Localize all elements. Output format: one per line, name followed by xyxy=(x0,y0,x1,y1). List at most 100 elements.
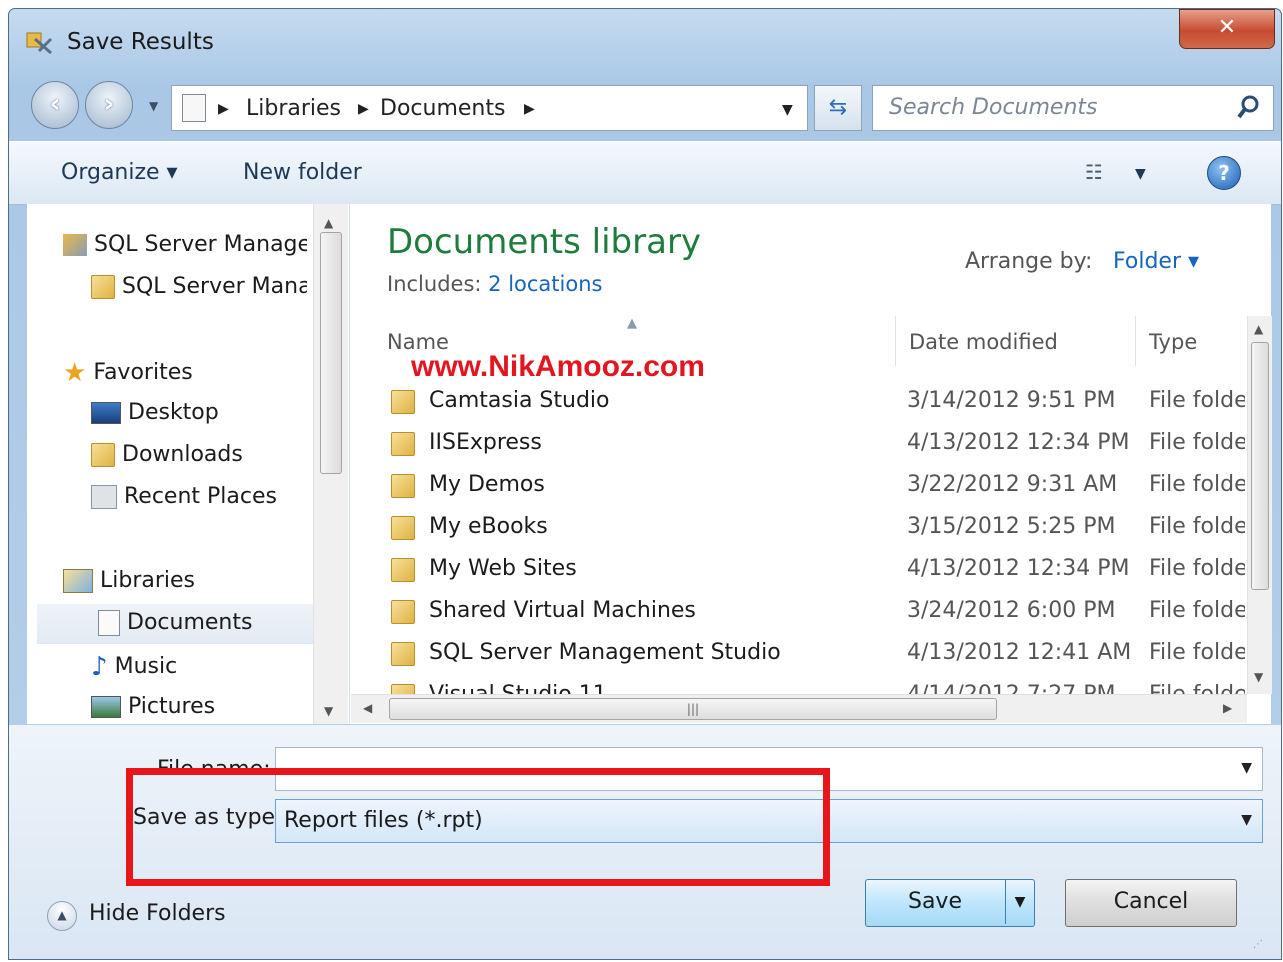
view-dropdown-icon[interactable]: ▼ xyxy=(1135,166,1146,182)
file-name: My eBooks xyxy=(429,514,548,539)
file-type: File folder xyxy=(1149,556,1245,581)
file-row[interactable]: IISExpress 4/13/2012 12:34 PM File folde… xyxy=(387,424,1247,464)
crumb-arrow-icon[interactable]: ▶ xyxy=(358,101,369,117)
chevron-down-icon[interactable]: ▼ xyxy=(1241,812,1252,828)
file-row[interactable]: Shared Virtual Machines 3/24/2012 6:00 P… xyxy=(387,592,1247,632)
nav-scrollbar[interactable]: ▲ ▼ xyxy=(313,204,348,724)
close-button[interactable]: ✕ xyxy=(1179,9,1275,49)
nav-item-label: Favorites xyxy=(93,360,193,385)
forward-button[interactable]: › xyxy=(85,81,133,129)
organize-button[interactable]: Organize ▾ xyxy=(61,160,178,185)
address-bar[interactable]: ▶ Libraries ▶ Documents ▶ ▼ xyxy=(171,85,808,131)
folder-icon xyxy=(391,390,415,414)
file-row[interactable]: SQL Server Management Studio 4/13/2012 1… xyxy=(387,634,1247,674)
nav-item-label: SQL Server Manage xyxy=(94,232,307,257)
nav-item-label: Documents xyxy=(127,610,253,635)
nav-item-documents[interactable]: Documents xyxy=(37,604,313,644)
folder-icon xyxy=(391,432,415,456)
column-divider[interactable] xyxy=(895,316,896,366)
scroll-up-icon[interactable]: ▲ xyxy=(324,216,333,230)
file-name: SQL Server Management Studio xyxy=(429,640,781,665)
library-title: Documents library xyxy=(387,222,702,262)
nav-item-desktop[interactable]: Desktop xyxy=(91,400,219,425)
file-type: File folder xyxy=(1149,514,1245,539)
file-row[interactable]: Visual Studio 11 4/14/2012 7:27 PM File … xyxy=(387,676,1247,694)
nav-item-pictures[interactable]: Pictures xyxy=(91,694,215,719)
cancel-button[interactable]: Cancel xyxy=(1065,879,1237,927)
refresh-button[interactable]: ⇆ xyxy=(814,85,862,131)
scroll-down-icon[interactable]: ▼ xyxy=(1254,670,1263,684)
locations-link[interactable]: 2 locations xyxy=(488,272,602,296)
arrange-by-dropdown[interactable]: Folder ▾ xyxy=(1113,249,1199,274)
forward-arrow-icon: › xyxy=(103,89,115,119)
file-date: 4/13/2012 12:34 PM xyxy=(907,430,1130,455)
file-row[interactable]: My eBooks 3/15/2012 5:25 PM File folder xyxy=(387,508,1247,548)
scroll-left-icon[interactable]: ◀ xyxy=(363,701,372,715)
view-options-icon[interactable]: ☷ xyxy=(1085,160,1103,184)
column-divider[interactable] xyxy=(1135,316,1136,366)
folder-icon xyxy=(391,474,415,498)
crumb-libraries[interactable]: Libraries xyxy=(246,96,341,121)
file-date: 4/13/2012 12:41 AM xyxy=(907,640,1132,665)
column-header-date[interactable]: Date modified xyxy=(909,330,1058,354)
scroll-down-icon[interactable]: ▼ xyxy=(324,704,333,718)
file-row[interactable]: My Demos 3/22/2012 9:31 AM File folder xyxy=(387,466,1247,506)
browser-area: SQL Server Manage SQL Server Mana ★ Favo… xyxy=(27,204,1272,724)
file-date: 3/22/2012 9:31 AM xyxy=(907,472,1118,497)
crumb-arrow-icon[interactable]: ▶ xyxy=(524,101,535,117)
nav-item-libraries[interactable]: Libraries xyxy=(63,568,195,593)
nav-item-music[interactable]: ♪ Music xyxy=(91,652,177,682)
recent-places-icon xyxy=(91,485,117,509)
crumb-documents[interactable]: Documents xyxy=(380,96,505,121)
nav-item-sql-server-management[interactable]: SQL Server Manage xyxy=(63,232,307,257)
nav-item-recent-places[interactable]: Recent Places xyxy=(91,484,277,509)
scroll-up-icon[interactable]: ▲ xyxy=(1254,322,1263,336)
history-dropdown-icon[interactable]: ▼ xyxy=(149,99,158,113)
file-row[interactable]: My Web Sites 4/13/2012 12:34 PM File fol… xyxy=(387,550,1247,590)
folder-icon xyxy=(391,684,415,694)
file-list-scrollbar[interactable]: ▲ ▼ xyxy=(1247,316,1272,694)
save-split-dropdown-icon[interactable]: ▼ xyxy=(1005,880,1034,924)
column-header-type[interactable]: Type xyxy=(1149,330,1197,354)
nav-item-label: Desktop xyxy=(128,400,219,425)
resize-grip-icon[interactable]: ⋰ xyxy=(1253,939,1263,950)
save-button[interactable]: Save ▼ xyxy=(865,879,1035,927)
star-icon: ★ xyxy=(63,358,87,388)
sort-ascending-icon: ▲ xyxy=(627,316,637,331)
file-name: Camtasia Studio xyxy=(429,388,610,413)
file-name: My Web Sites xyxy=(429,556,577,581)
file-list-pane: Documents library Includes: 2 locations … xyxy=(351,204,1272,724)
back-button[interactable]: ‹ xyxy=(31,81,79,129)
nav-item-downloads[interactable]: Downloads xyxy=(91,442,243,467)
file-row[interactable]: Camtasia Studio 3/14/2012 9:51 PM File f… xyxy=(387,382,1247,422)
folder-icon xyxy=(391,600,415,624)
crumb-arrow-icon[interactable]: ▶ xyxy=(218,101,229,117)
folder-icon xyxy=(391,642,415,666)
highlight-annotation-box xyxy=(126,768,830,886)
nav-item-sql-server-folder[interactable]: SQL Server Mana xyxy=(91,274,307,299)
hide-folders-label: Hide Folders xyxy=(89,901,226,926)
search-box[interactable]: Search Documents xyxy=(872,85,1274,131)
command-bar: Organize ▾ New folder ☷ ▼ ? xyxy=(9,141,1281,205)
new-folder-button[interactable]: New folder xyxy=(243,160,362,185)
scrollbar-thumb[interactable] xyxy=(1251,342,1269,590)
file-name: Shared Virtual Machines xyxy=(429,598,696,623)
document-icon xyxy=(182,94,206,122)
scroll-right-icon[interactable]: ▶ xyxy=(1223,701,1232,715)
scrollbar-thumb[interactable] xyxy=(320,232,342,474)
nav-item-favorites[interactable]: ★ Favorites xyxy=(63,358,193,388)
chevron-down-icon[interactable]: ▼ xyxy=(1241,760,1252,776)
chevron-up-icon: ▲ xyxy=(47,901,77,931)
file-type: File folder xyxy=(1149,598,1245,623)
horizontal-scrollbar[interactable]: ◀ ||| ▶ xyxy=(351,694,1247,723)
file-name: My Demos xyxy=(429,472,545,497)
file-type: File folder xyxy=(1149,430,1245,455)
address-dropdown-icon[interactable]: ▼ xyxy=(782,102,793,118)
scrollbar-thumb[interactable]: ||| xyxy=(389,698,997,720)
search-input[interactable]: Search Documents xyxy=(889,95,1098,120)
help-button[interactable]: ? xyxy=(1207,156,1241,190)
search-icon[interactable] xyxy=(1237,94,1261,120)
file-type: File folder xyxy=(1149,682,1245,694)
file-date: 3/15/2012 5:25 PM xyxy=(907,514,1116,539)
includes-line: Includes: 2 locations xyxy=(387,272,602,296)
